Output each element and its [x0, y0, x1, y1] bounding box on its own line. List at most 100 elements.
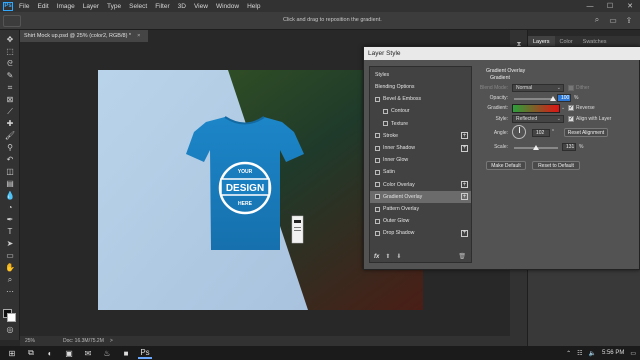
menu-window[interactable]: Window	[216, 3, 239, 10]
healing-tool-icon[interactable]: ✚	[4, 118, 16, 129]
photoshop-taskbar-icon[interactable]: Ps	[138, 347, 152, 359]
blend-mode-select[interactable]: Normal ⌄	[512, 84, 564, 92]
chevron-up-icon[interactable]: ⌃	[566, 350, 571, 357]
style-item-color-overlay[interactable]: Color Overlay +	[370, 179, 471, 191]
style-checkbox[interactable]	[375, 133, 380, 139]
edge-icon[interactable]: ◐	[43, 347, 57, 359]
style-checkbox[interactable]	[375, 169, 380, 175]
menu-view[interactable]: View	[194, 3, 208, 10]
marquee-tool-icon[interactable]: ⬚	[4, 46, 16, 57]
style-checkbox[interactable]	[375, 206, 380, 212]
history-brush-tool-icon[interactable]: ↶	[4, 154, 16, 165]
style-checkbox[interactable]	[375, 157, 380, 163]
pen-tool-icon[interactable]: ✒	[4, 214, 16, 225]
task-view-icon[interactable]: ⧉	[24, 347, 38, 359]
style-item-satin[interactable]: Satin	[370, 166, 471, 178]
scale-input[interactable]: 131	[562, 143, 576, 151]
path-select-tool-icon[interactable]: ➤	[4, 238, 16, 249]
opacity-slider[interactable]	[514, 98, 552, 100]
crop-tool-icon[interactable]: ⌗	[4, 82, 16, 93]
scale-slider-thumb[interactable]	[533, 145, 539, 150]
style-item-texture[interactable]: Texture	[370, 118, 471, 130]
style-item-drop-shadow[interactable]: Drop Shadow +	[370, 227, 471, 239]
more-tools-icon[interactable]: ⋯	[4, 286, 16, 297]
shape-tool-icon[interactable]: ▭	[4, 250, 16, 261]
reverse-checkbox[interactable]: ✓	[568, 105, 574, 111]
add-style-icon[interactable]: +	[461, 132, 468, 140]
maximize-button[interactable]: ☐	[600, 0, 620, 12]
style-item-blending-options[interactable]: Blending Options	[370, 81, 471, 93]
style-checkbox[interactable]	[383, 108, 388, 114]
opacity-slider-thumb[interactable]	[550, 96, 556, 101]
eraser-tool-icon[interactable]: ◫	[4, 166, 16, 177]
menu-type[interactable]: Type	[107, 3, 121, 10]
style-checkbox[interactable]	[375, 194, 380, 200]
status-menu-arrow[interactable]: >	[110, 338, 113, 344]
opacity-input[interactable]: 100	[557, 94, 571, 102]
style-item-gradient-overlay[interactable]: Gradient Overlay +	[370, 190, 471, 203]
mail-icon[interactable]: ✉	[81, 347, 95, 359]
notification-icon[interactable]: ▭	[630, 350, 636, 357]
document-tab[interactable]: Shirt Mock up.psd @ 25% (color2, RGB/8) …	[20, 30, 148, 42]
zoom-level[interactable]: 25%	[25, 338, 35, 344]
style-item-stroke[interactable]: Stroke +	[370, 130, 471, 142]
style-item-pattern-overlay[interactable]: Pattern Overlay	[370, 203, 471, 215]
frame-tool-icon[interactable]: ⊠	[4, 94, 16, 105]
network-icon[interactable]: ☷	[577, 350, 582, 357]
tab-swatches[interactable]: Swatches	[578, 39, 612, 45]
clock[interactable]: 5:56 PM	[602, 350, 624, 356]
style-item-outer-glow[interactable]: Outer Glow	[370, 215, 471, 227]
quick-select-tool-icon[interactable]: ✎	[4, 70, 16, 81]
style-item-bevel-emboss[interactable]: Bevel & Emboss	[370, 93, 471, 105]
steam-icon[interactable]: ♨	[100, 347, 114, 359]
style-checkbox[interactable]	[375, 218, 380, 224]
style-item-inner-glow[interactable]: Inner Glow	[370, 154, 471, 166]
add-style-icon[interactable]: +	[461, 229, 468, 237]
close-tab-icon[interactable]: ×	[137, 33, 140, 39]
menu-layer[interactable]: Layer	[83, 3, 99, 10]
minimize-button[interactable]: —	[580, 0, 600, 12]
style-checkbox[interactable]	[375, 145, 380, 151]
quick-mask-icon[interactable]: ◎	[4, 324, 16, 335]
zoom-tool-icon[interactable]: ⌕	[4, 274, 16, 285]
search-icon[interactable]: ⌕	[592, 15, 602, 25]
move-tool-icon[interactable]: ✥	[4, 34, 16, 45]
style-checkbox[interactable]	[383, 121, 388, 127]
angle-input[interactable]: 102	[532, 129, 550, 137]
menu-help[interactable]: Help	[247, 3, 260, 10]
hand-tool-icon[interactable]: ✋	[4, 262, 16, 273]
add-style-icon[interactable]: +	[461, 181, 468, 189]
tool-preset-picker[interactable]	[3, 14, 21, 27]
style-checkbox[interactable]	[375, 230, 380, 236]
styles-header[interactable]: Styles	[370, 69, 471, 81]
brush-tool-icon[interactable]: 🖌	[4, 130, 16, 141]
file-explorer-icon[interactable]: ▣	[62, 347, 76, 359]
stamp-tool-icon[interactable]: ⚲	[4, 142, 16, 153]
tab-color[interactable]: Color	[555, 39, 578, 45]
start-icon[interactable]: ⊞	[5, 347, 19, 359]
angle-dial[interactable]	[512, 125, 526, 139]
eyedropper-tool-icon[interactable]: ⟋	[4, 106, 16, 117]
workspace-icon[interactable]: ▭	[608, 15, 618, 25]
gradient-dropdown-icon[interactable]: ⌄	[561, 105, 565, 111]
background-color-swatch[interactable]	[7, 313, 16, 322]
trash-icon[interactable]: 🗑	[458, 253, 466, 260]
lasso-tool-icon[interactable]: ᘓ	[4, 58, 16, 69]
media-player-icon[interactable]: ■	[119, 347, 133, 359]
menu-select[interactable]: Select	[129, 3, 147, 10]
gradient-picker[interactable]	[512, 104, 560, 113]
dialog-title[interactable]: Layer Style	[364, 47, 640, 60]
dodge-tool-icon[interactable]: ◔	[4, 202, 16, 213]
menu-3d[interactable]: 3D	[178, 3, 186, 10]
share-icon[interactable]: ⇪	[624, 15, 634, 25]
reset-to-default-button[interactable]: Reset to Default	[532, 161, 580, 170]
gradient-tool-icon[interactable]: ▤	[4, 178, 16, 189]
volume-icon[interactable]: 🔈	[588, 350, 595, 357]
style-select[interactable]: Reflected ⌄	[512, 115, 564, 123]
style-item-inner-shadow[interactable]: Inner Shadow +	[370, 142, 471, 154]
menu-edit[interactable]: Edit	[37, 3, 48, 10]
add-style-icon[interactable]: +	[461, 193, 468, 201]
dither-checkbox[interactable]	[568, 85, 574, 91]
add-style-icon[interactable]: +	[461, 144, 468, 152]
blur-tool-icon[interactable]: 💧	[4, 190, 16, 201]
